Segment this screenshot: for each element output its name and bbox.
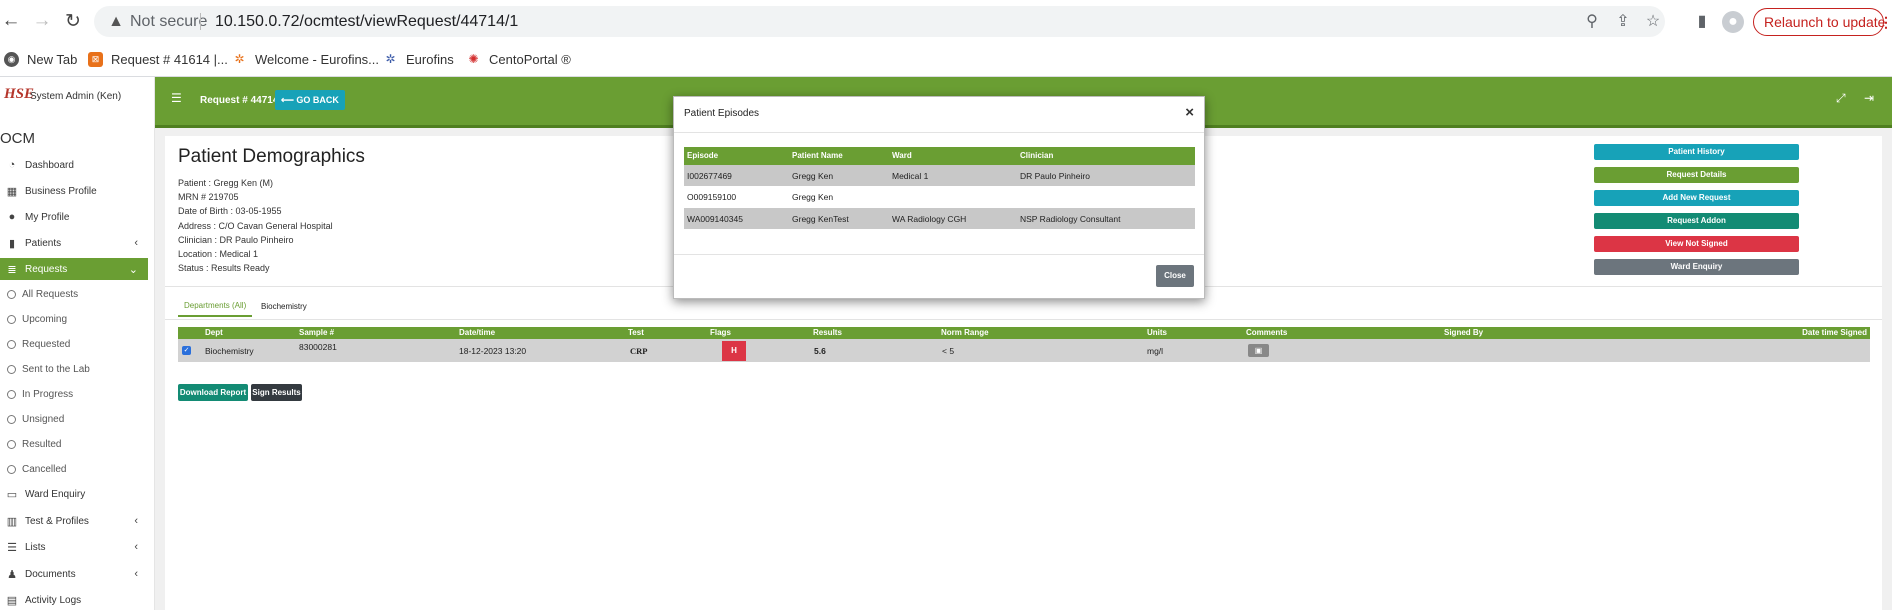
episode-row[interactable]: I002677469 Gregg Ken Medical 1 DR Paulo …: [684, 165, 1195, 186]
cell-patient-name: Gregg Ken: [792, 192, 834, 202]
cell-episode: WA009140345: [687, 214, 743, 224]
episode-row[interactable]: O009159100 Gregg Ken: [684, 186, 1195, 208]
cell-clinician: DR Paulo Pinheiro: [1020, 171, 1090, 181]
episodes-table-header: Episode Patient Name Ward Clinician: [684, 147, 1195, 165]
cell-ward: WA Radiology CGH: [892, 214, 967, 224]
cell-episode: O009159100: [687, 192, 737, 202]
modal-header-divider: [674, 132, 1204, 133]
cell-episode: I002677469: [687, 171, 732, 181]
cell-patient-name: Gregg KenTest: [792, 214, 849, 224]
cell-ward: Medical 1: [892, 171, 929, 181]
close-button[interactable]: Close: [1156, 265, 1194, 287]
column-header-ward: Ward: [892, 151, 912, 160]
close-icon[interactable]: ×: [1185, 104, 1194, 121]
cell-clinician: NSP Radiology Consultant: [1020, 214, 1121, 224]
modal-title: Patient Episodes: [684, 108, 760, 119]
column-header-clinician: Clinician: [1020, 151, 1054, 160]
patient-episodes-modal: Patient Episodes × Episode Patient Name …: [673, 96, 1205, 299]
column-header-episode: Episode: [687, 151, 719, 160]
modal-backdrop: [0, 0, 1892, 610]
episode-row[interactable]: WA009140345 Gregg KenTest WA Radiology C…: [684, 208, 1195, 229]
modal-footer-divider: [674, 254, 1204, 255]
column-header-patient-name: Patient Name: [792, 151, 843, 160]
cell-patient-name: Gregg Ken: [792, 171, 834, 181]
